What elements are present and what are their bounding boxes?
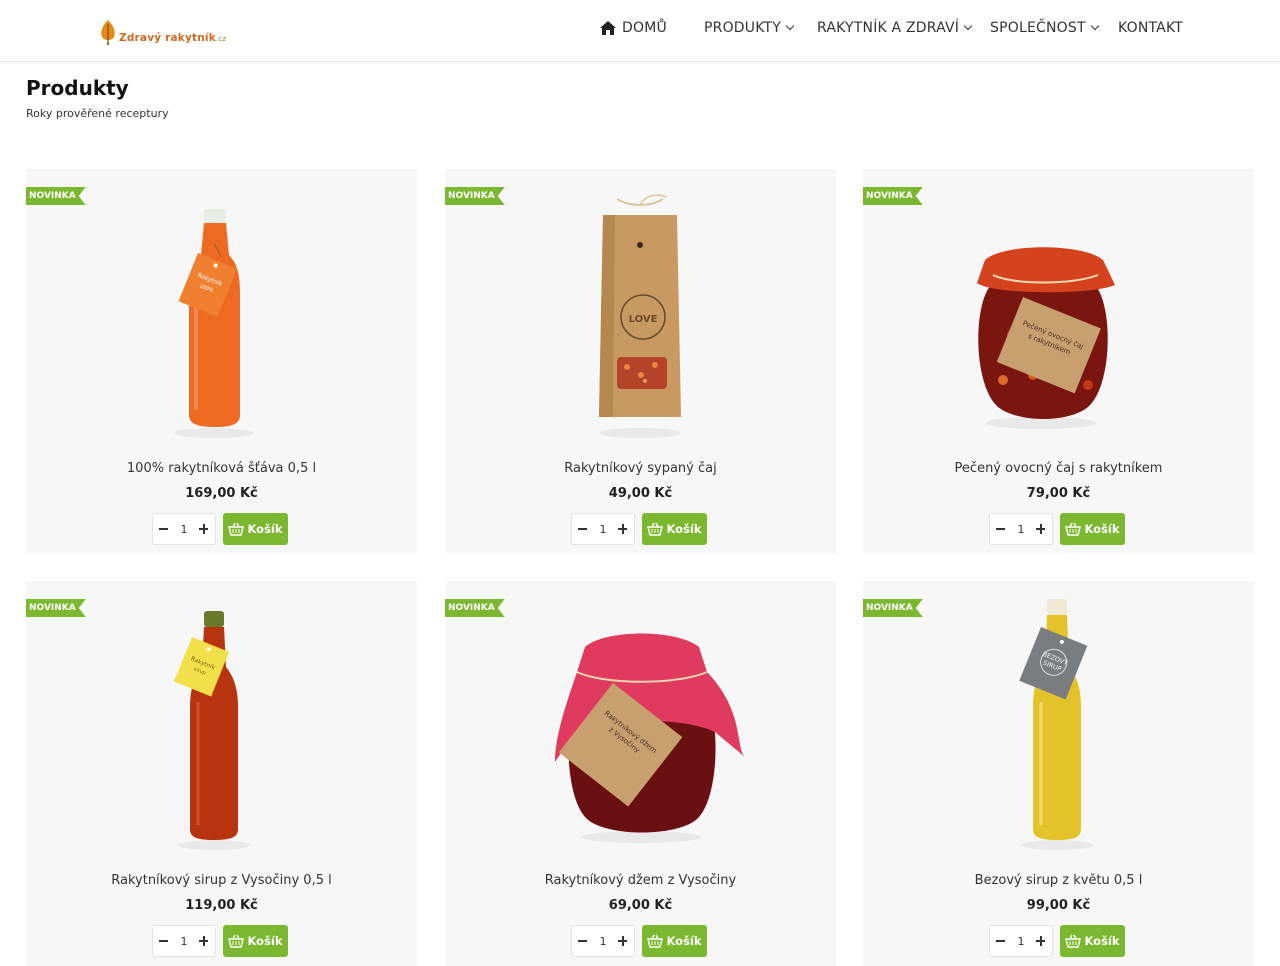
add-to-cart-label: Košík [247, 934, 283, 948]
increase-quantity-button[interactable] [1036, 524, 1046, 534]
site-logo[interactable]: Zdravý rakytník.cz [99, 14, 226, 46]
add-to-cart-button[interactable]: Košík [1060, 513, 1125, 545]
home-icon [600, 21, 616, 35]
add-to-cart-label: Košík [1084, 522, 1120, 536]
basket-icon [1065, 934, 1082, 948]
add-to-cart-button[interactable]: Košík [1060, 925, 1125, 957]
nav-products-label: PRODUKTY [704, 20, 782, 36]
add-to-cart-label: Košík [1084, 934, 1120, 948]
page-subtitle: Roky prověřené receptury [26, 107, 169, 120]
yellow-syrup-bottle-image[interactable]: BEZOVÝ SIRUP [863, 597, 1254, 857]
decrease-quantity-button[interactable] [996, 936, 1006, 946]
nav-company-label: SPOLEČNOST [990, 20, 1086, 36]
basket-icon [228, 934, 245, 948]
add-to-cart-button[interactable]: Košík [223, 513, 288, 545]
decrease-quantity-button[interactable] [578, 524, 588, 534]
sea-buckthorn-leaf-icon [101, 20, 115, 45]
quantity-value[interactable]: 1 [1018, 935, 1025, 948]
product-price: 49,00 Kč [608, 486, 673, 501]
product-card[interactable]: NOVINKA LOVE Rakytníkový sypaný čaj 49,0… [445, 169, 836, 553]
quantity-value[interactable]: 1 [181, 935, 188, 948]
product-card[interactable]: NOVINKA Pečený ovocný čaj s rakytníkem P… [863, 169, 1254, 553]
decrease-quantity-button[interactable] [159, 524, 169, 534]
chevron-down-icon [785, 21, 795, 31]
basket-icon [1065, 522, 1082, 536]
product-name[interactable]: Rakytníkový džem z Vysočiny [445, 873, 836, 888]
logo-wordmark-suffix: .cz [215, 35, 227, 43]
increase-quantity-button[interactable] [199, 936, 209, 946]
basket-icon [647, 934, 664, 948]
add-to-cart-label: Košík [666, 934, 702, 948]
product-price: 79,00 Kč [1026, 486, 1091, 501]
add-to-cart-label: Košík [666, 522, 702, 536]
quantity-stepper[interactable]: 1 [571, 513, 635, 545]
add-to-cart-button[interactable]: Košík [223, 925, 288, 957]
nav-products[interactable]: PRODUKTY [704, 20, 795, 36]
quantity-stepper[interactable]: 1 [989, 925, 1053, 957]
product-name[interactable]: Rakytníkový sirup z Vysočiny 0,5 l [26, 873, 417, 888]
product-name[interactable]: Pečený ovocný čaj s rakytníkem [863, 461, 1254, 476]
decrease-quantity-button[interactable] [578, 936, 588, 946]
nav-home-label: DOMŮ [622, 20, 667, 36]
add-to-cart-label: Košík [247, 522, 283, 536]
basket-icon [228, 522, 245, 536]
increase-quantity-button[interactable] [618, 936, 628, 946]
logo-wordmark: Zdravý rakytník.cz [119, 32, 226, 44]
page-title: Produkty [26, 76, 129, 100]
quantity-value[interactable]: 1 [181, 523, 188, 536]
product-card[interactable]: NOVINKA Rakytník 100% 100% rakytníková š… [26, 169, 417, 553]
increase-quantity-button[interactable] [1036, 936, 1046, 946]
quantity-stepper[interactable]: 1 [989, 513, 1053, 545]
product-name[interactable]: Bezový sirup z květu 0,5 l [863, 873, 1254, 888]
nav-company[interactable]: SPOLEČNOST [990, 20, 1099, 36]
site-header: Zdravý rakytník.cz DOMŮ PRODUKTY RAKYTNÍ… [0, 0, 1280, 62]
svg-text:LOVE: LOVE [629, 314, 658, 325]
quantity-value[interactable]: 1 [600, 523, 607, 536]
product-price: 119,00 Kč [185, 898, 258, 913]
basket-icon [647, 522, 664, 536]
chevron-down-icon [963, 21, 973, 31]
logo-wordmark-main: Zdravý rakytník [119, 32, 216, 44]
nav-contact[interactable]: KONTAKT [1118, 20, 1183, 36]
product-card[interactable]: NOVINKA Rakytníkový džem z Vysočiny Raky… [445, 581, 836, 966]
orange-juice-bottle-image[interactable]: Rakytník 100% [26, 185, 417, 445]
quantity-value[interactable]: 1 [1018, 523, 1025, 536]
quantity-value[interactable]: 1 [600, 935, 607, 948]
red-jar-image[interactable]: Pečený ovocný čaj s rakytníkem [863, 185, 1254, 445]
pink-jam-jar-image[interactable]: Rakytníkový džem z Vysočiny [445, 597, 836, 857]
nav-health-label: RAKYTNÍK A ZDRAVÍ [817, 20, 960, 36]
increase-quantity-button[interactable] [199, 524, 209, 534]
product-card[interactable]: NOVINKA BEZOVÝ SIRUP Bezový sirup z květ… [863, 581, 1254, 966]
add-to-cart-button[interactable]: Košík [642, 925, 707, 957]
quantity-stepper[interactable]: 1 [571, 925, 635, 957]
increase-quantity-button[interactable] [618, 524, 628, 534]
product-price: 69,00 Kč [608, 898, 673, 913]
product-price: 99,00 Kč [1026, 898, 1091, 913]
nav-health[interactable]: RAKYTNÍK A ZDRAVÍ [817, 20, 973, 36]
chevron-down-icon [1090, 21, 1099, 31]
quantity-stepper[interactable]: 1 [152, 513, 216, 545]
add-to-cart-button[interactable]: Košík [642, 513, 707, 545]
kraft-tea-bag-image[interactable]: LOVE [445, 185, 836, 445]
product-name[interactable]: Rakytníkový sypaný čaj [445, 461, 836, 476]
nav-contact-label: KONTAKT [1118, 20, 1183, 36]
quantity-stepper[interactable]: 1 [152, 925, 216, 957]
decrease-quantity-button[interactable] [996, 524, 1006, 534]
product-price: 169,00 Kč [185, 486, 258, 501]
red-syrup-bottle-image[interactable]: Rakytník sirup [26, 597, 417, 857]
product-card[interactable]: NOVINKA Rakytník sirup Rakytníkový sirup… [26, 581, 417, 966]
nav-home[interactable]: DOMŮ [600, 20, 667, 36]
product-name[interactable]: 100% rakytníková šťáva 0,5 l [26, 461, 417, 476]
decrease-quantity-button[interactable] [159, 936, 169, 946]
